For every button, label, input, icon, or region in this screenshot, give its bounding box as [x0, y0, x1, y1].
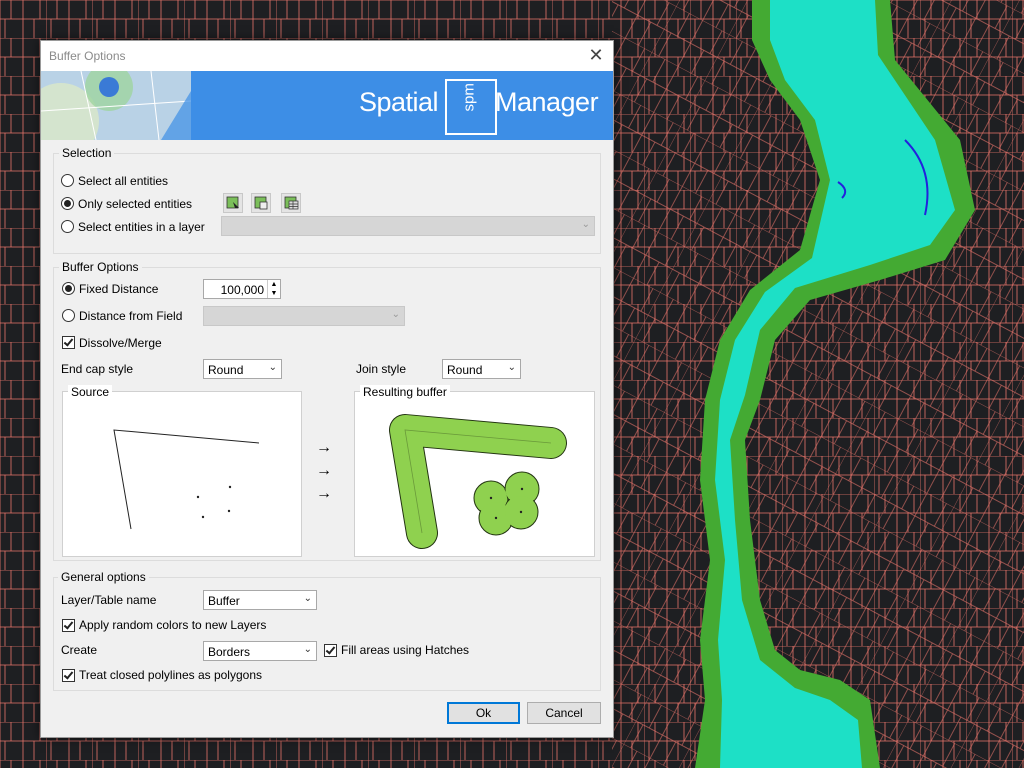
title-bar[interactable]: Buffer Options ✕ [41, 41, 613, 71]
select-table-icon[interactable] [281, 193, 301, 213]
source-preview-panel [62, 391, 302, 557]
source-label: Source [68, 385, 113, 399]
select-all-radio[interactable] [61, 174, 74, 187]
only-selected-label: Only selected entities [78, 197, 193, 211]
result-preview-panel [354, 391, 595, 557]
selection-group-title: Selection [59, 146, 115, 160]
dialog-title: Buffer Options [49, 49, 126, 63]
chevron-down-icon: ⌄ [303, 644, 312, 655]
fixed-distance-label: Fixed Distance [79, 282, 159, 296]
banner-map-thumbnail-icon [41, 71, 191, 140]
chevron-down-icon: ⌄ [268, 362, 277, 373]
source-geometry-preview [113, 429, 260, 530]
general-options-group-title: General options [58, 570, 149, 584]
only-selected-radio[interactable] [61, 197, 74, 210]
closed-polylines-label: Treat closed polylines as polygons [79, 668, 262, 682]
chevron-down-icon: ⌄ [303, 593, 312, 604]
dissolve-checkbox[interactable] [62, 336, 75, 349]
join-style-label: Join style [356, 362, 407, 376]
spatial-manager-banner: Spatial spm Manager [41, 71, 613, 140]
select-in-layer-radio[interactable] [61, 220, 74, 233]
result-label: Resulting buffer [360, 385, 450, 399]
hatches-checkbox[interactable] [324, 644, 337, 657]
select-all-label: Select all entities [78, 174, 169, 188]
brand-left-text: Spatial [359, 87, 439, 117]
distance-from-field-radio[interactable] [62, 309, 75, 322]
distance-field-combo[interactable]: ⌄ [203, 306, 405, 326]
select-in-layer-label: Select entities in a layer [78, 220, 205, 234]
result-geometry-preview [389, 414, 567, 549]
select-pick-icon[interactable] [223, 193, 243, 213]
endcap-label: End cap style [61, 362, 134, 376]
arrow-right-icon: → [316, 439, 332, 456]
chevron-down-icon: ⌄ [507, 362, 516, 373]
layer-name-label: Layer/Table name [61, 593, 157, 607]
fixed-distance-stepper[interactable]: 100,000 ▲ ▼ [203, 279, 281, 299]
layer-combo[interactable]: ⌄ [221, 216, 595, 236]
stepper-down-icon[interactable]: ▼ [267, 289, 280, 298]
cancel-button[interactable]: Cancel [527, 702, 601, 724]
layer-name-select[interactable]: Buffer ⌄ [203, 590, 317, 610]
dissolve-label: Dissolve/Merge [79, 336, 162, 350]
closed-polylines-checkbox[interactable] [62, 669, 75, 682]
random-colors-label: Apply random colors to new Layers [79, 618, 267, 632]
random-colors-checkbox[interactable] [62, 619, 75, 632]
fixed-distance-radio[interactable] [62, 282, 75, 295]
close-icon[interactable]: ✕ [585, 44, 607, 66]
stepper-up-icon[interactable]: ▲ [267, 280, 280, 289]
brand-right-text: Manager [495, 87, 599, 117]
create-label: Create [61, 643, 98, 657]
buffer-options-group-title: Buffer Options [59, 260, 142, 274]
ok-button[interactable]: Ok [447, 702, 520, 724]
chevron-down-icon: ⌄ [581, 219, 590, 230]
arrow-right-icon: → [316, 462, 332, 479]
arrow-right-icon: → [316, 485, 332, 502]
create-select[interactable]: Borders ⌄ [203, 641, 317, 661]
hatches-label: Fill areas using Hatches [341, 643, 470, 657]
chevron-down-icon: ⌄ [391, 309, 400, 320]
buffer-options-dialog: Buffer Options ✕ Spatial spm Manager Sel… [40, 40, 614, 738]
fixed-distance-value: 100,000 [220, 283, 264, 297]
endcap-select[interactable]: Round ⌄ [203, 359, 282, 379]
distance-from-field-label: Distance from Field [79, 309, 183, 323]
join-style-select[interactable]: Round ⌄ [442, 359, 521, 379]
brand-mark-text: spm [460, 83, 478, 112]
select-layer-icon[interactable] [251, 193, 271, 213]
